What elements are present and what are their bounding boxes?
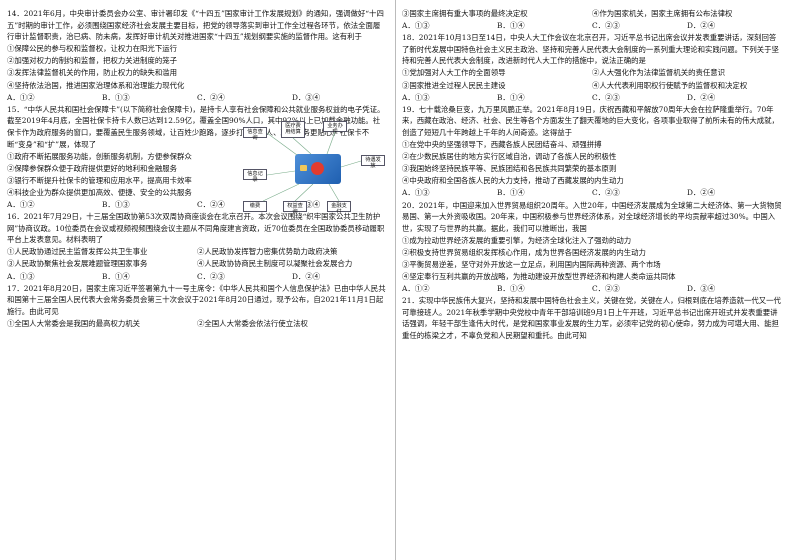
option-item: ③国家推进全过程人民民主建设 (402, 80, 506, 90)
question-stem: 21．实现中华民族伟大复兴，坚持和发展中国特色社会主义，关键在党，关键在人，归根… (402, 296, 781, 341)
choice-c: C．②③ (197, 271, 225, 281)
diagram-box: 医疗费用结算 (281, 120, 305, 138)
national-emblem-icon (311, 161, 324, 175)
option-row: ①党加强对人大工作的全面领导 ②人大强化作为法律监督机关的责任意识 (402, 67, 782, 79)
option-row: ①人民政协通过民主监督发挥公共卫生事业 ②人民政协发挥智力密集优势助力政府决策 (7, 246, 387, 258)
question-stem: 20．2021年，中国迎来加入世界贸易组织20周年。入世20年，中国经济发展成为… (402, 200, 782, 233)
option-item: ①保障公民的参与权和监督权，让权力在阳光下运行 (7, 44, 177, 54)
choice-d: D．②④ (687, 21, 716, 31)
choice-d: D．②④ (687, 188, 716, 198)
option-item: ②在少数民族居住的地方实行区域自治，调动了各族人民的积极性 (402, 152, 617, 162)
question-19: 19．七十载沧桑巨变，九万里风鹏正举。2021年8月19日，庆祝西藏和平解放70… (402, 104, 782, 199)
choice-d: D．③④ (292, 92, 321, 102)
answer-choices: A．①③ B．①④ C．②③ D．②④ (402, 92, 782, 104)
question-17-continued: ③国家主席拥有重大事项的最终决定权 ④作为国家机关，国家主席拥有公布法律权 A．… (402, 8, 782, 32)
social-security-card-diagram: 信息查询 医疗费用结算 业务办理 待遇发放 信息记录 缴费 权益查询 金融支付 (243, 120, 393, 219)
choice-b: B．①④ (497, 188, 525, 198)
option-item: ④人大代表利用职权行使赋予的监督权和决定权 (592, 80, 748, 90)
column-divider (395, 0, 396, 560)
option-item: ④人民政协协商民主制度可以凝聚社会发展合力 (197, 259, 353, 269)
question-14: 14．2021年6月，中央审计委员会办公室、审计署印发《“十四五”国家审计工作发… (7, 8, 387, 103)
choice-b: B．①④ (497, 21, 525, 31)
option-row: ①全国人大常委会是我国的最高权力机关 ②全国人大常委会依法行使立法权 (7, 318, 387, 330)
option-item: ④坚定奉行互利共赢的开放战略，为推动建设开放型世界经济和构建人类命运共同体 (402, 272, 676, 282)
diagram-box: 信息查询 (243, 126, 267, 141)
option-row: ③国家推进全过程人民民主建设 ④人大代表利用职权行使赋予的监督权和决定权 (402, 80, 782, 92)
diagram-box: 信息记录 (243, 168, 267, 183)
choice-a: A．①③ (402, 92, 430, 102)
choice-d: D．③④ (687, 284, 716, 294)
option-item: ①党加强对人大工作的全面领导 (402, 68, 506, 78)
choice-a: A．①② (7, 200, 35, 209)
choice-b: B．①③ (102, 200, 130, 209)
choice-b: B．①④ (497, 92, 525, 102)
choice-a: A．①③ (402, 188, 430, 198)
option-item: ①人民政协通过民主监督发挥公共卫生事业 (7, 247, 148, 257)
option-item: ②积极支持世界贸易组织发挥核心作用，成为世界各国经济发展的内生动力 (402, 247, 646, 257)
choice-d: D．②④ (292, 271, 321, 281)
question-15: 15．“中华人民共和国社会保障卡”(以下简称社会保障卡)，是持卡人享有社会保障和… (7, 104, 387, 215)
left-column: 14．2021年6月，中央审计委员会办公室、审计署印发《“十四五”国家审计工作发… (7, 8, 387, 330)
diagram-box: 缴费 (243, 200, 267, 212)
choice-c: C．②④ (197, 92, 225, 102)
option-item: ③发挥法律监督机关的作用，防止权力的缺失和滥用 (7, 68, 177, 78)
choice-a: A．①③ (402, 21, 430, 31)
option-item: ④科技企业为群众提供更加高效、便捷、安全的公共服务 (7, 187, 192, 197)
option-item: ①全国人大常委会是我国的最高权力机关 (7, 318, 141, 328)
option-item: ④中央政府和全国各族人民的大力支持，推动了西藏发展的内生动力 (402, 176, 624, 186)
option-item: ①政府不断拓展服务功能，创新服务机制，方便参保群众 (7, 151, 192, 161)
option-item: ②保障参保群众便于政府提供更好的地利和金融服务 (7, 163, 177, 173)
choice-d: D．②④ (687, 92, 716, 102)
question-stem: 14．2021年6月，中央审计委员会办公室、审计署印发《“十四五”国家审计工作发… (7, 9, 384, 42)
diagram-box: 待遇发放 (361, 154, 385, 169)
option-row: ③人民政协聚焦社会发展难题管理国家事务 ④人民政协协商民主制度可以凝聚社会发展合… (7, 258, 387, 270)
choice-c: C．②③ (592, 188, 620, 198)
right-column: ③国家主席拥有重大事项的最终决定权 ④作为国家机关，国家主席拥有公布法律权 A．… (402, 8, 782, 342)
diagram-box: 业务办理 (323, 120, 347, 135)
option-item: ②人民政协发挥智力密集优势助力政府决策 (197, 247, 338, 257)
choice-a: A．①② (402, 284, 430, 294)
diagram-box: 权益查询 (283, 200, 307, 215)
choice-b: B．①④ (102, 271, 130, 281)
option-item: ②全国人大常委会依法行使立法权 (197, 318, 308, 328)
option-item: ①成为拉动世界经济发展的重要引擎，为经济全球化注入了强劲的动力 (402, 235, 632, 245)
answer-choices: A．①② B．①③ C．②④ D．③④ (7, 92, 387, 104)
question-21: 21．实现中华民族伟大复兴，坚持和发展中国特色社会主义，关键在党，关键在人，归根… (402, 295, 782, 341)
question-20: 20．2021年，中国迎来加入世界贸易组织20周年。入世20年，中国经济发展成为… (402, 200, 782, 295)
option-row: ③国家主席拥有重大事项的最终决定权 ④作为国家机关，国家主席拥有公布法律权 (402, 8, 782, 20)
option-item: ②加强对权力的制约和监督，把权力关进制度的笼子 (7, 56, 177, 66)
option-item: ④坚持依法治国，推进国家治理体系和治理能力现代化 (7, 80, 185, 90)
question-16: 16．2021年7月29日，十三届全国政协第53次双周协商座谈会在北京召开。本次… (7, 211, 387, 282)
choice-a: A．①② (7, 92, 35, 102)
diagram-box: 金融支付 (327, 200, 351, 215)
question-17: 17．2021年8月20日，国家主席习近平签署第九十一号主席令：《中华人民共和国… (7, 283, 387, 330)
choice-b: B．①④ (497, 284, 525, 294)
answer-choices: A．①③ B．①④ C．②③ D．②④ (402, 20, 782, 32)
option-item: ③国家主席拥有重大事项的最终决定权 (402, 9, 528, 18)
option-item: ②人大强化作为法律监督机关的责任意识 (592, 68, 726, 78)
option-item: ③平衡贸易逆差，坚守对外开放这一立足点，利用国内国际两种资源、两个市场 (402, 259, 661, 269)
question-stem: 19．七十载沧桑巨变，九万里风鹏正举。2021年8月19日，庆祝西藏和平解放70… (402, 104, 779, 137)
card-chip-icon (300, 164, 307, 171)
option-item: ③人民政协聚焦社会发展难题管理国家事务 (7, 259, 148, 269)
question-stem: 18．2021年10月13日至14日，中央人大工作会议在北京召开，习近平总书记出… (402, 33, 779, 66)
question-stem: 17．2021年8月20日，国家主席习近平签署第九十一号主席令：《中华人民共和国… (7, 283, 386, 316)
choice-a: A．①③ (7, 271, 35, 281)
choice-c: C．②③ (592, 21, 620, 31)
question-18: 18．2021年10月13日至14日，中央人大工作会议在北京召开，习近平总书记出… (402, 32, 782, 103)
answer-choices: A．①② B．①④ C．②③ D．③④ (402, 283, 782, 295)
answer-choices: A．①③ B．①④ C．②③ D．②④ (402, 187, 782, 199)
option-item: ③银行不断提升社保卡的管理和应用水平，提高用卡效率 (7, 175, 192, 185)
choice-c: C．②③ (592, 92, 620, 102)
social-security-card-image (295, 153, 341, 184)
choice-c: C．②③ (592, 284, 620, 294)
option-item: ①在党中央的坚强领导下，西藏各族人民团结奋斗、顽强拼搏 (402, 140, 602, 150)
answer-choices: A．①③ B．①④ C．②③ D．②④ (7, 271, 387, 283)
choice-b: B．①③ (102, 92, 130, 102)
option-item: ④作为国家机关，国家主席拥有公布法律权 (592, 9, 733, 18)
option-item: ③我国始终坚持民族平等、民族团结和各民族共同繁荣的基本原则 (402, 164, 617, 174)
